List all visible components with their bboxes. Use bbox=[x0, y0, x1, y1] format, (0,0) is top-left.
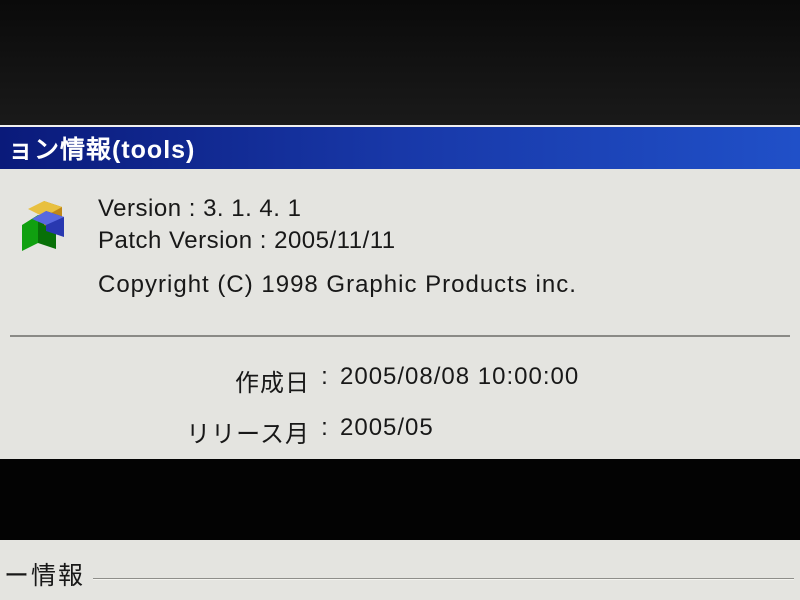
details-grid: 作成日 : 2005/08/08 10:00:00 リリース月 : 2005/0… bbox=[10, 363, 790, 449]
release-month-label: リリース月 bbox=[80, 414, 310, 449]
info-section-legend: ー情報 bbox=[0, 556, 93, 592]
patch-line: Patch Version : 2005/11/11 bbox=[98, 227, 577, 255]
created-date-label: 作成日 bbox=[80, 363, 310, 398]
patch-label: Patch Version : bbox=[98, 227, 274, 254]
colon: : bbox=[310, 363, 340, 398]
window-title: ョン情報(tools) bbox=[8, 130, 195, 166]
version-text-block: Version : 3. 1. 4. 1 Patch Version : 200… bbox=[98, 195, 577, 299]
details-section: 作成日 : 2005/08/08 10:00:00 リリース月 : 2005/0… bbox=[10, 335, 790, 449]
colon: : bbox=[310, 414, 340, 449]
version-label: Version : bbox=[98, 195, 203, 222]
version-value: 3. 1. 4. 1 bbox=[203, 195, 301, 222]
desktop-background bbox=[0, 0, 800, 125]
app-icon bbox=[16, 195, 72, 253]
section-divider bbox=[40, 578, 794, 580]
release-month-value: 2005/05 bbox=[340, 414, 790, 449]
patch-value: 2005/11/11 bbox=[274, 227, 396, 254]
version-info-row: Version : 3. 1. 4. 1 Patch Version : 200… bbox=[6, 189, 794, 317]
titlebar[interactable]: ョン情報(tools) bbox=[0, 127, 800, 169]
dialog-content: Version : 3. 1. 4. 1 Patch Version : 200… bbox=[0, 169, 800, 459]
version-line: Version : 3. 1. 4. 1 bbox=[98, 195, 577, 223]
copyright-text: Copyright (C) 1998 Graphic Products inc. bbox=[98, 271, 577, 299]
created-date-value: 2005/08/08 10:00:00 bbox=[340, 363, 790, 398]
version-info-dialog: ョン情報(tools) Version : 3. 1. 4. 1 Pa bbox=[0, 125, 800, 459]
lower-panel: ー情報 bbox=[0, 540, 800, 600]
